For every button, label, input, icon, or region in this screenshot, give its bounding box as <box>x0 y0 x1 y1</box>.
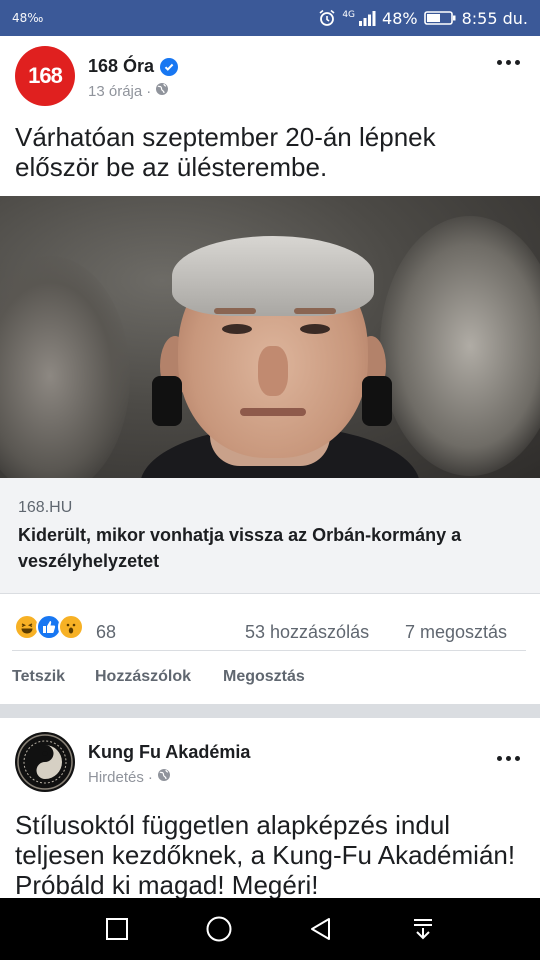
like-button[interactable]: Tetszik <box>12 668 65 686</box>
page-name[interactable]: 168 Óra <box>88 56 179 77</box>
link-preview[interactable]: 168.HU Kiderült, mikor vonhatja vissza a… <box>0 478 540 594</box>
globe-icon <box>155 82 169 100</box>
post-time[interactable]: 13 órája <box>88 83 142 100</box>
page-avatar[interactable]: 168 <box>15 46 75 106</box>
page-avatar[interactable] <box>15 732 75 792</box>
page-name-label: 168 Óra <box>88 56 155 76</box>
more-icon[interactable] <box>497 60 520 65</box>
reaction-icons[interactable] <box>14 614 84 640</box>
navigation-bar <box>0 898 540 960</box>
meta-separator: · <box>146 82 152 100</box>
verified-icon <box>160 57 179 76</box>
page-name[interactable]: Kung Fu Akadémia <box>88 742 250 763</box>
recent-apps-icon[interactable] <box>102 914 132 944</box>
post-image[interactable] <box>0 196 540 478</box>
sponsored-label: Hirdetés <box>88 768 144 786</box>
shares-count[interactable]: 7 megosztás <box>405 622 507 643</box>
wow-icon <box>58 614 84 640</box>
post-header: 168 168 Óra 13 órája · <box>0 36 540 116</box>
battery-percent: 48% <box>382 8 418 28</box>
share-button[interactable]: Megosztás <box>223 668 305 686</box>
link-title: Kiderült, mikor vonhatja vissza az Orbán… <box>18 525 462 571</box>
comment-button[interactable]: Hozzászólok <box>95 668 191 686</box>
clock: 8:55 du. <box>461 8 528 28</box>
status-left-text: 48‰ <box>12 11 44 25</box>
status-bar: 48‰ 4G 48% 8:55 du. <box>0 0 540 36</box>
avatar-logo-text: 168 <box>28 63 63 88</box>
home-icon[interactable] <box>204 914 234 944</box>
status-right: 4G 48% 8:55 du. <box>318 9 528 28</box>
post-meta: 13 órája · <box>88 82 169 100</box>
post-text: Stílusoktól független alapképzés indul t… <box>15 810 516 900</box>
network-type: 4G <box>342 10 356 20</box>
link-domain: 168.HU <box>18 499 73 516</box>
battery-icon <box>423 10 456 26</box>
globe-icon <box>157 768 171 786</box>
signal-icon: 4G <box>342 10 376 26</box>
sponsored-post-card: Kung Fu Akadémia Hirdetés · Stílusoktól … <box>0 718 540 900</box>
post-meta: Hirdetés · <box>88 768 171 786</box>
post-card: 168 168 Óra 13 órája · Várhatóan szeptem… <box>0 36 540 704</box>
divider <box>12 650 526 651</box>
reactions-bar: 68 53 hozzászólás 7 megosztás <box>0 604 540 644</box>
post-text: Várhatóan szeptember 20-án lépnek előszö… <box>15 122 436 182</box>
more-icon[interactable] <box>497 756 520 761</box>
reactions-count[interactable]: 68 <box>96 622 116 643</box>
back-icon[interactable] <box>306 914 336 944</box>
comments-count[interactable]: 53 hozzászólás <box>245 622 369 643</box>
post-actions: Tetszik Hozzászólok Megosztás <box>0 662 540 692</box>
meta-separator: · <box>147 768 153 786</box>
alarm-icon <box>318 9 336 27</box>
notification-pull-icon[interactable] <box>408 914 438 944</box>
